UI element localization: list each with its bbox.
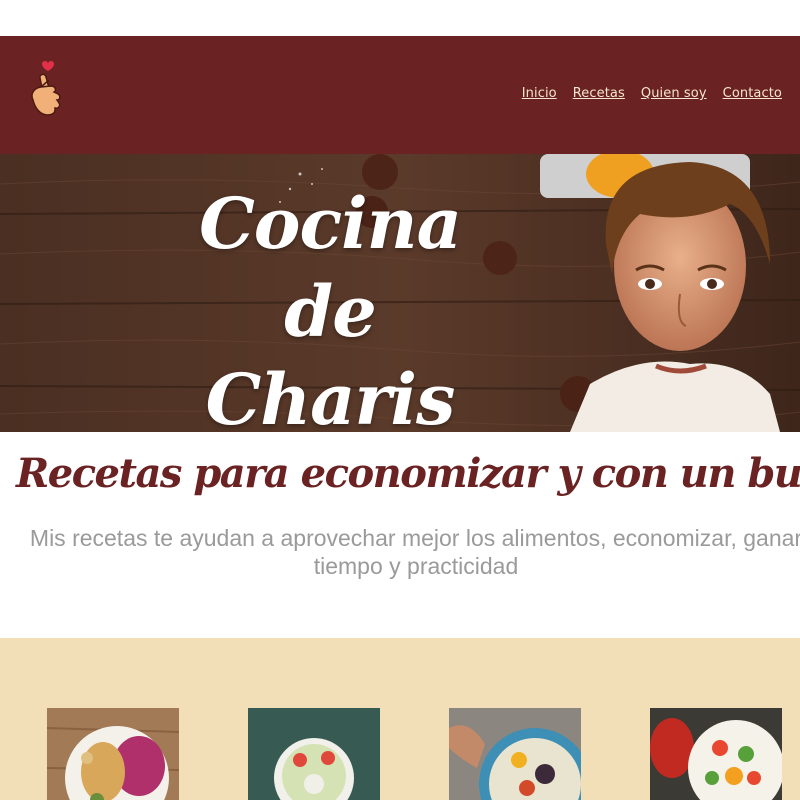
- main-nav: Inicio Recetas Quien soy Contacto: [522, 86, 782, 101]
- recipe-card-image[interactable]: [449, 708, 581, 800]
- tagline: Recetas para economizar y con un buen gu…: [16, 450, 800, 497]
- recipe-card-image[interactable]: [248, 708, 380, 800]
- recipe-card-image[interactable]: [47, 708, 179, 800]
- nav-link-recetas[interactable]: Recetas: [573, 86, 625, 101]
- intro-section: Recetas para economizar y con un buen gu…: [0, 432, 800, 638]
- site-header: Inicio Recetas Quien soy Contacto: [0, 36, 800, 154]
- subtitle-line2: tiempo y practicidad: [313, 553, 519, 579]
- subtitle-line1: Mis recetas te ayudan a aprovechar mejor…: [29, 525, 800, 551]
- hero-title: Cocina de Charis: [150, 180, 510, 432]
- nav-link-quien-soy[interactable]: Quien soy: [641, 86, 707, 101]
- hero-title-line2: Charis: [205, 358, 456, 432]
- hero-title-line1: Cocina de: [199, 182, 462, 353]
- top-strip: [0, 0, 800, 36]
- subtitle: Mis recetas te ayudan a aprovechar mejor…: [0, 524, 800, 580]
- nav-link-contacto[interactable]: Contacto: [723, 86, 782, 101]
- recipe-card-image[interactable]: [650, 708, 782, 800]
- hero-banner: Cocina de Charis: [0, 154, 800, 432]
- finger-heart-icon[interactable]: [28, 58, 68, 120]
- recipes-section: [0, 638, 800, 800]
- nav-link-inicio[interactable]: Inicio: [522, 86, 557, 101]
